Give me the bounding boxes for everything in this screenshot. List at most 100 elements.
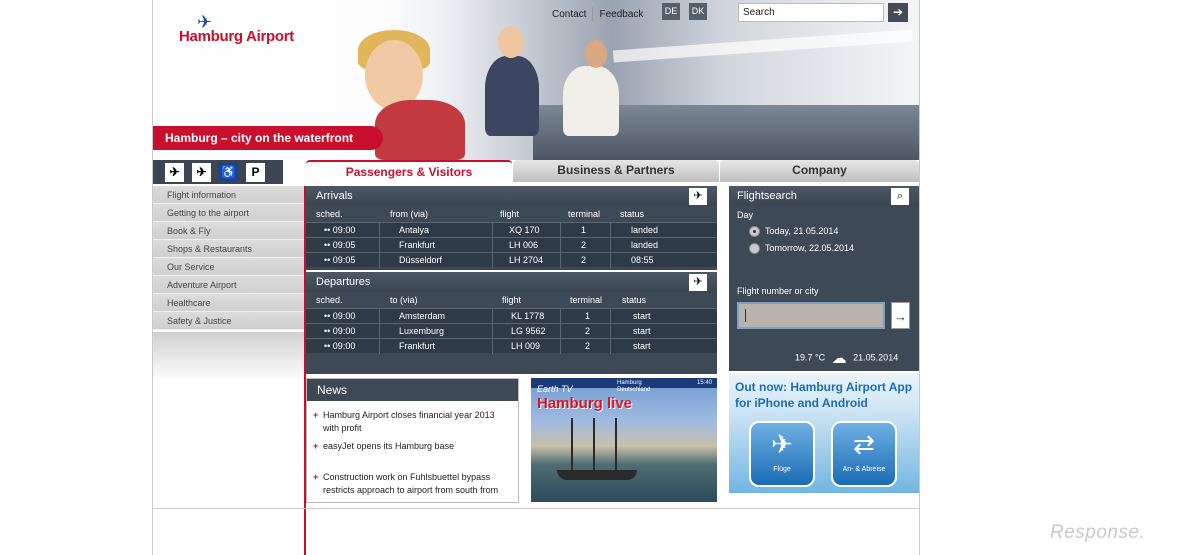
column-header: terminal	[570, 295, 603, 305]
nav-item-book-fly[interactable]: Book & Fly	[153, 222, 304, 240]
top-links: Contact Feedback	[546, 7, 649, 21]
arrivals-icon[interactable]: ✈	[689, 188, 707, 205]
weather-date: 21.05.2014	[853, 352, 899, 363]
arrival-departure-app-tile[interactable]: ⇄ An- & Abreise	[831, 421, 897, 487]
terminal-cell: 2	[560, 339, 610, 354]
arrows-icon: ⇄	[853, 429, 875, 459]
tomorrow-radio[interactable]	[749, 243, 760, 254]
nav-item-getting-to-airport[interactable]: Getting to the airport	[153, 204, 304, 222]
time-cell: •• 09:05	[324, 255, 356, 265]
ship-hull	[557, 470, 637, 480]
tab-company[interactable]: Company	[720, 160, 919, 182]
table-row[interactable]: •• 09:05 Frankfurt LH 006 2 landed	[306, 237, 717, 253]
tv-title: Hamburg live	[537, 395, 633, 412]
feedback-link[interactable]: Feedback	[593, 9, 649, 20]
table-row[interactable]: •• 09:00 Amsterdam KL 1778 1 start	[306, 308, 717, 324]
city-cell: Antalya	[379, 223, 492, 238]
lang-dk-button[interactable]: DK	[689, 3, 707, 20]
news-item[interactable]: Construction work on Fuhlsbuettel bypass…	[313, 471, 513, 497]
woman-body	[485, 56, 539, 136]
departures-title: Departures	[306, 272, 717, 292]
time-cell: •• 09:00	[324, 225, 356, 235]
news-item[interactable]: easyJet opens its Hamburg base	[313, 440, 513, 453]
nav-item-healthcare[interactable]: Healthcare	[153, 294, 304, 312]
arrow-right-icon: →	[894, 309, 907, 324]
ship-mast	[571, 418, 573, 478]
hamburg-live-webcam[interactable]: Earth TV Hamburg live Hamburg Deutschlan…	[531, 378, 717, 502]
terminal-cell: 2	[560, 253, 610, 268]
today-option-label[interactable]: Today, 21.05.2014	[765, 226, 838, 236]
temperature: 19.7 °C	[795, 352, 826, 363]
departures-icon[interactable]: ✈	[689, 274, 707, 291]
flightsearch-panel: Flightsearch ⌕ Day Today, 21.05.2014 Tom…	[729, 186, 919, 371]
quick-icons: ✈ ✈ ♿ P	[153, 160, 283, 184]
column-header: sched.	[316, 209, 343, 219]
table-row[interactable]: •• 09:00 Luxemburg LG 9562 2 start	[306, 323, 717, 339]
ceiling-light	[612, 29, 914, 63]
response-watermark: Response.	[1050, 522, 1146, 543]
tv-city: Hamburg	[617, 380, 642, 386]
flights-app-tile[interactable]: ✈ Flüge	[749, 421, 815, 487]
tomorrow-option-label[interactable]: Tomorrow, 22.05.2014	[765, 243, 854, 253]
logo-text: Hamburg Airport	[179, 28, 294, 45]
news-item[interactable]: Hamburg Airport closes financial year 20…	[313, 409, 513, 435]
arrivals-title: Arrivals	[306, 186, 717, 206]
header-banner: ✈ Hamburg Airport Contact Feedback DE DK…	[153, 0, 919, 160]
time-cell: •• 09:00	[324, 326, 356, 336]
nav-item-safety-justice[interactable]: Safety & Justice	[153, 312, 304, 330]
arrow-right-icon: ➔	[892, 5, 904, 19]
app-promo[interactable]: Out now: Hamburg Airport App for iPhone …	[729, 373, 919, 493]
search-input[interactable]	[738, 3, 884, 22]
departures-icon[interactable]: ✈	[192, 163, 211, 182]
time-cell: •• 09:05	[324, 240, 356, 250]
terminal-cell: 1	[560, 309, 610, 324]
column-header: terminal	[568, 209, 601, 219]
day-label: Day	[737, 210, 754, 220]
ship-mast	[615, 418, 617, 478]
status-cell: start	[610, 339, 717, 354]
woman-face	[498, 26, 524, 58]
table-row[interactable]: •• 09:05 Düsseldorf LH 2704 2 08:55	[306, 252, 717, 268]
search-icon[interactable]: ⌕	[891, 188, 909, 205]
flights-tile-label: Flüge	[773, 466, 791, 473]
left-nav: Flight information Getting to the airpor…	[153, 186, 304, 330]
city-cell: Düsseldorf	[379, 253, 492, 268]
table-row[interactable]: •• 09:00 Antalya XQ 170 1 landed	[306, 222, 717, 238]
nav-item-flight-information[interactable]: Flight information	[153, 186, 304, 204]
parking-icon[interactable]: P	[246, 163, 265, 182]
tab-business-partners[interactable]: Business & Partners	[513, 160, 719, 182]
search-submit-button[interactable]: ➔	[888, 3, 908, 22]
status-cell: 08:55	[610, 253, 717, 268]
arrivals-icon[interactable]: ✈	[165, 163, 184, 182]
plane-icon: ✈	[771, 429, 793, 459]
tab-passengers-visitors[interactable]: Passengers & Visitors	[306, 160, 512, 182]
nav-item-our-service[interactable]: Our Service	[153, 258, 304, 276]
page-container: ✈ Hamburg Airport Contact Feedback DE DK…	[152, 0, 920, 555]
news-title: News	[307, 379, 518, 401]
wheelchair-icon[interactable]: ♿	[219, 163, 238, 182]
logo[interactable]: ✈ Hamburg Airport	[175, 12, 295, 54]
column-header: status	[622, 295, 647, 305]
city-cell: Frankfurt	[379, 238, 492, 253]
lang-de-button[interactable]: DE	[662, 3, 680, 20]
main-tabs: Passengers & Visitors Business & Partner…	[306, 160, 919, 182]
nav-item-shops-restaurants[interactable]: Shops & Restaurants	[153, 240, 304, 258]
contact-link[interactable]: Contact	[546, 9, 592, 20]
column-header: flight	[500, 209, 520, 219]
nav-item-adventure-airport[interactable]: Adventure Airport	[153, 276, 304, 294]
column-header: to (via)	[390, 295, 418, 305]
today-radio[interactable]	[749, 226, 760, 237]
departures-panel: Departures ✈ sched. to (via) flight term…	[306, 272, 717, 374]
news-box: News Hamburg Airport closes financial ye…	[306, 378, 519, 503]
flight-cell: LH 2704	[492, 253, 560, 268]
arrivals-panel: Arrivals ✈ sched. from (via) flight term…	[306, 186, 717, 270]
flight-number-input[interactable]	[737, 302, 885, 329]
tv-country: Deutschland	[617, 387, 651, 393]
flightsearch-submit-button[interactable]: →	[891, 302, 910, 329]
column-header: sched.	[316, 295, 343, 305]
tv-subtitle: Earth TV	[537, 384, 573, 394]
table-row[interactable]: •• 09:00 Frankfurt LH 009 2 start	[306, 338, 717, 354]
city-cell: Luxemburg	[379, 324, 492, 339]
man-body	[563, 66, 619, 136]
column-header: status	[620, 209, 645, 219]
